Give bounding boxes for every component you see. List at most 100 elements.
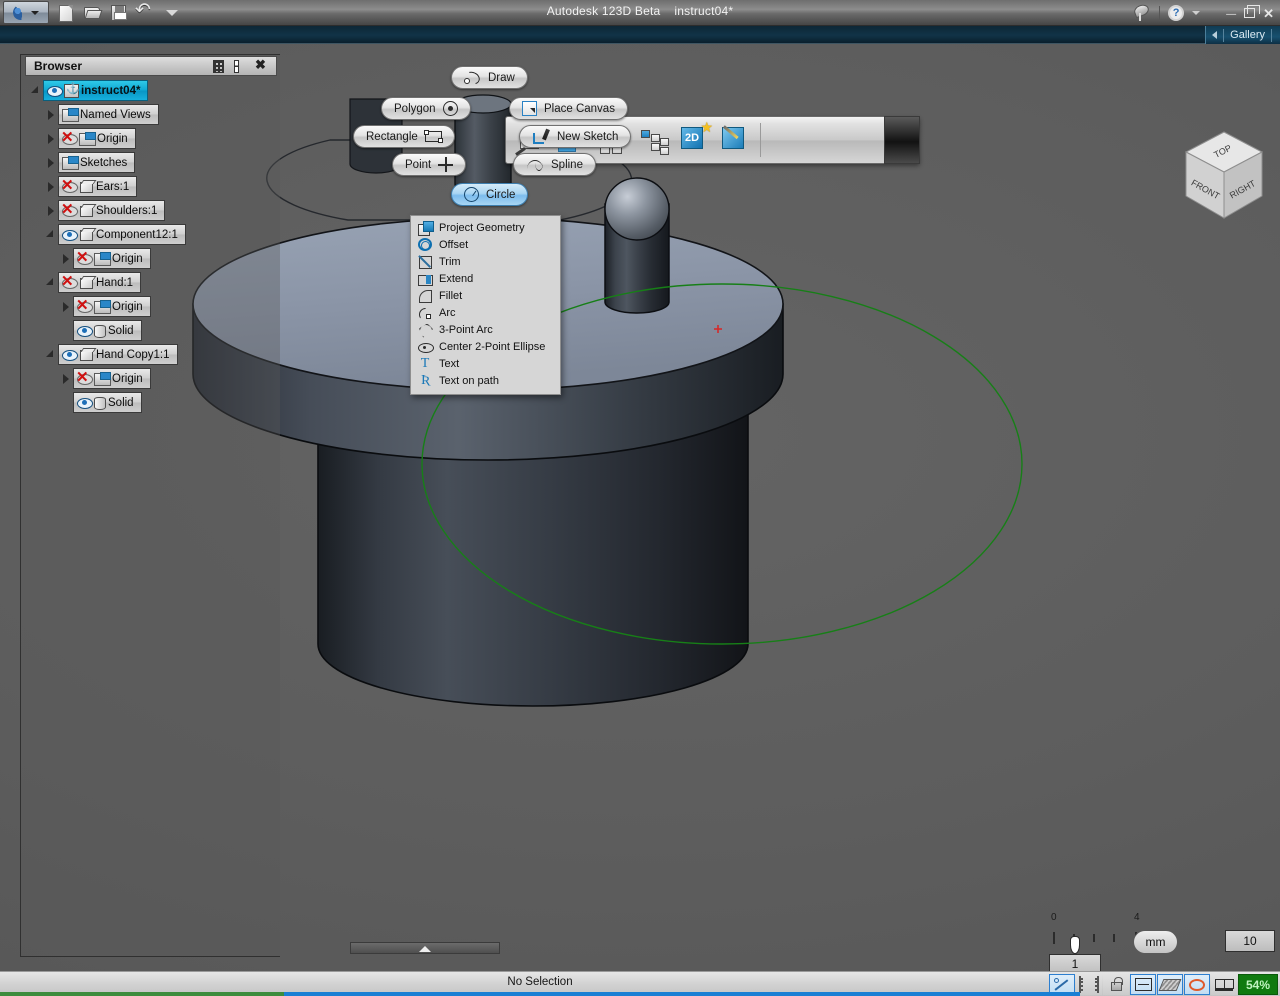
toolbar-overflow[interactable] <box>884 116 920 164</box>
close-button[interactable] <box>1263 7 1274 20</box>
unit-selector[interactable]: mm <box>1133 930 1178 954</box>
dimension-icon[interactable] <box>1130 974 1156 995</box>
minimize-button[interactable] <box>1226 6 1236 21</box>
visibility-off-icon[interactable] <box>62 276 76 289</box>
tree-row[interactable]: Hand Copy1:1 <box>30 344 260 365</box>
context-menu-label: Fillet <box>439 290 462 302</box>
3d-viewport[interactable]: Browser ✖ instruct04*Named ViewsOriginSk… <box>0 44 1280 971</box>
context-menu-item[interactable]: ƦText on path <box>411 372 560 389</box>
marking-menu-polygon[interactable]: Polygon <box>381 97 471 120</box>
arc-icon <box>418 306 432 320</box>
tree-node[interactable]: Origin <box>58 128 136 149</box>
tab-gallery[interactable]: Gallery <box>1205 26 1280 44</box>
visibility-on-icon[interactable] <box>62 349 76 360</box>
tree-node[interactable]: instruct04* <box>43 80 148 101</box>
marking-menu-rectangle[interactable]: Rectangle <box>353 125 455 148</box>
tree-row[interactable]: Solid <box>30 320 260 341</box>
tree-row[interactable]: Hand:1 <box>30 272 260 293</box>
tree-node[interactable]: Origin <box>73 368 151 389</box>
expand-arrow-closed-icon[interactable] <box>45 204 58 217</box>
marking-menu-spline[interactable]: Spline <box>513 153 596 176</box>
context-menu-item[interactable]: Extend <box>411 270 560 287</box>
tree-row[interactable]: Origin <box>30 248 260 269</box>
context-menu-item[interactable]: Offset <box>411 236 560 253</box>
context-menu-item[interactable]: TText <box>411 355 560 372</box>
marking-menu-point[interactable]: Point <box>392 153 466 176</box>
browser-scroll-handle[interactable] <box>350 942 500 954</box>
marking-menu-new-sketch[interactable]: New Sketch <box>519 125 631 148</box>
tree-node[interactable]: Sketches <box>58 152 135 173</box>
marking-menu-draw[interactable]: Draw <box>451 66 528 89</box>
visibility-off-icon[interactable] <box>77 252 91 265</box>
plane-icon[interactable] <box>1157 974 1183 995</box>
context-menu-item[interactable]: Fillet <box>411 287 560 304</box>
expand-arrow-open-icon[interactable] <box>30 84 43 97</box>
scale-slider-handle[interactable] <box>1070 936 1080 954</box>
sketch-context-menu[interactable]: Project GeometryOffsetTrimExtend Fillet Ar… <box>410 215 561 395</box>
2d-star-icon[interactable]: 2D★ <box>678 123 710 157</box>
context-menu-item[interactable]: Trim <box>411 253 560 270</box>
tree-row[interactable]: Component12:1 <box>30 224 260 245</box>
visibility-off-icon[interactable] <box>62 204 76 217</box>
maximize-button[interactable] <box>1244 8 1255 18</box>
communication-center-icon[interactable] <box>1133 5 1151 21</box>
expand-arrow-open-icon[interactable] <box>45 228 58 241</box>
tree-node[interactable]: Ears:1 <box>58 176 137 197</box>
expand-arrow-closed-icon[interactable] <box>60 300 73 313</box>
visibility-on-icon[interactable] <box>47 85 61 96</box>
help-icon[interactable]: ? <box>1168 5 1184 21</box>
chevron-down-icon[interactable] <box>1192 11 1200 15</box>
grid-spacing-field[interactable]: 10 <box>1225 930 1275 952</box>
tree-node[interactable]: Shoulders:1 <box>58 200 165 221</box>
magic-wand-icon[interactable] <box>719 123 751 157</box>
visibility-off-icon[interactable] <box>77 300 91 313</box>
panes-icon[interactable] <box>1211 974 1237 995</box>
lock-icon[interactable] <box>1103 974 1129 995</box>
visibility-off-icon[interactable] <box>62 180 76 193</box>
marking-menu-circle[interactable]: Circle <box>451 183 528 206</box>
tree-node[interactable]: Origin <box>73 248 151 269</box>
context-menu-item[interactable]: Project Geometry <box>411 219 560 236</box>
tree-node[interactable]: Hand:1 <box>58 272 141 293</box>
expand-arrow-closed-icon[interactable] <box>60 372 73 385</box>
tree-row[interactable]: Named Views <box>30 104 260 125</box>
tree-node[interactable]: Origin <box>73 296 151 317</box>
circle-constraint-icon[interactable] <box>1184 974 1210 995</box>
marking-menu-place-canvas[interactable]: Place Canvas <box>509 97 628 120</box>
expand-arrow-open-icon[interactable] <box>45 348 58 361</box>
tree-node[interactable]: Named Views <box>58 104 159 125</box>
tree-row[interactable]: Ears:1 <box>30 176 260 197</box>
visibility-on-icon[interactable] <box>77 397 91 408</box>
expand-arrow-closed-icon[interactable] <box>60 252 73 265</box>
minimize-panel-icon[interactable] <box>234 58 252 74</box>
view-cube[interactable]: TOP FRONT RIGHT <box>1178 126 1270 226</box>
tree-row[interactable]: Sketches <box>30 152 260 173</box>
expand-arrow-closed-icon[interactable] <box>45 132 58 145</box>
context-menu-item[interactable]: 3-Point Arc <box>411 321 560 338</box>
tree-node[interactable]: Solid <box>73 320 142 341</box>
tree-row[interactable]: Shoulders:1 <box>30 200 260 221</box>
blocks-icon[interactable] <box>637 123 669 157</box>
visibility-off-icon[interactable] <box>62 132 76 145</box>
tree-node[interactable]: Hand Copy1:1 <box>58 344 178 365</box>
tree-row[interactable]: Origin <box>30 368 260 389</box>
tree-row[interactable]: instruct04* <box>30 80 260 101</box>
visibility-on-icon[interactable] <box>77 325 91 336</box>
expand-arrow-closed-icon[interactable] <box>45 156 58 169</box>
expand-arrow-closed-icon[interactable] <box>45 108 58 121</box>
close-panel-icon[interactable]: ✖ <box>255 58 273 74</box>
properties-icon[interactable] <box>213 58 231 74</box>
context-menu-item[interactable]: Center 2-Point Ellipse <box>411 338 560 355</box>
scale-value-field[interactable]: 1 <box>1049 954 1101 971</box>
tree-node[interactable]: Solid <box>73 392 142 413</box>
visibility-on-icon[interactable] <box>62 229 76 240</box>
expand-arrow-open-icon[interactable] <box>45 276 58 289</box>
visibility-off-icon[interactable] <box>77 372 91 385</box>
tree-row[interactable]: Origin <box>30 296 260 317</box>
tree-row[interactable]: Origin <box>30 128 260 149</box>
tree-node[interactable]: Component12:1 <box>58 224 186 245</box>
context-menu-item[interactable]: Arc <box>411 304 560 321</box>
trim-icon <box>418 255 432 269</box>
tree-row[interactable]: Solid <box>30 392 260 413</box>
expand-arrow-closed-icon[interactable] <box>45 180 58 193</box>
